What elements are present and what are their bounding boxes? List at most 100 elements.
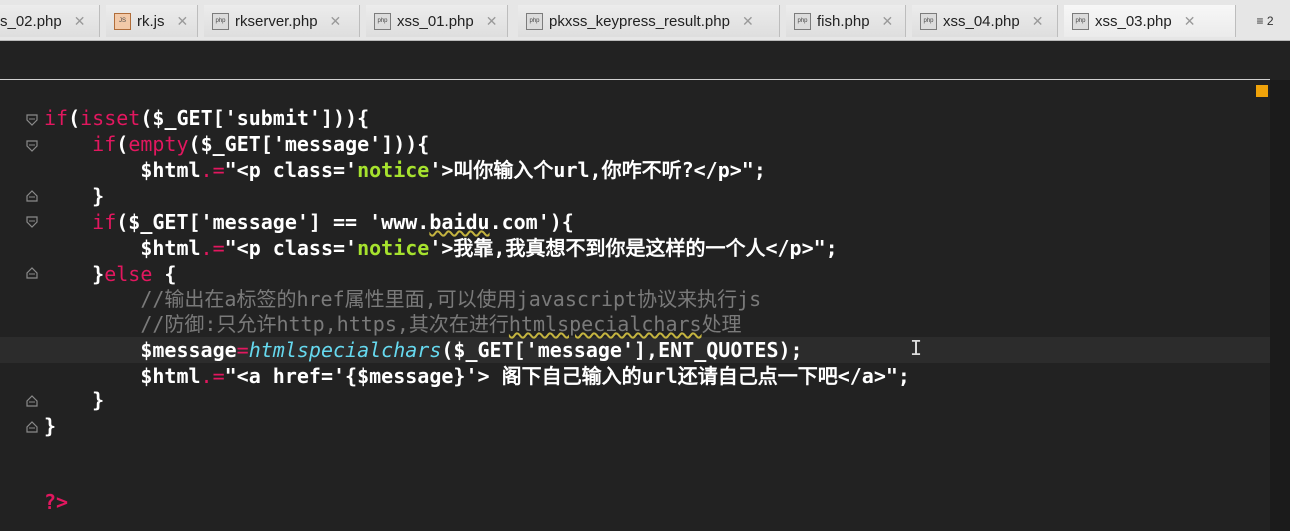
code-line: $html.="<p class='notice'>叫你输入个url,你咋不听?…	[44, 158, 766, 183]
fold-open-icon[interactable]	[26, 140, 38, 152]
close-icon[interactable]: ✕	[74, 13, 86, 30]
comment: //输出在a标签的href属性里面,可以使用javascript协议来执行js	[140, 287, 762, 311]
code-line: }	[44, 414, 57, 438]
tab-label: s_02.php	[0, 12, 62, 30]
tab-label: fish.php	[817, 12, 870, 30]
tab-xss-01-php[interactable]: php xss_01.php ✕	[366, 5, 508, 37]
comment: //防御:只允许http,https,其次在进行	[140, 312, 509, 336]
php-file-icon: php	[374, 12, 391, 30]
fold-close-icon[interactable]	[26, 395, 38, 407]
js-file-icon: JS	[114, 12, 131, 30]
operator: .=	[200, 236, 225, 260]
editor-gutter	[0, 80, 44, 531]
keyword: if	[92, 132, 117, 156]
code-token: ($_GET['message'],ENT_QUOTES);	[441, 338, 803, 362]
php-file-icon: php	[212, 12, 229, 30]
keyword: empty	[128, 132, 189, 156]
text-cursor-icon: 𝙸	[910, 336, 923, 360]
tab-label: pkxss_keypress_result.php	[549, 12, 730, 30]
string-token: notice	[357, 236, 430, 260]
tab-label: xss_03.php	[1095, 12, 1172, 30]
code-token: ($_GET['submit'])){	[140, 106, 370, 130]
tab-rk-js[interactable]: JS rk.js ✕	[106, 5, 198, 37]
close-icon[interactable]: ✕	[486, 13, 498, 30]
string-token: "<p class='	[224, 236, 358, 260]
keyword: else	[104, 262, 153, 286]
close-icon[interactable]: ✕	[177, 13, 189, 30]
code-token: (	[68, 106, 81, 130]
variable: $html	[140, 236, 201, 260]
code-token: ($_GET['message'])){	[188, 132, 430, 156]
close-icon[interactable]: ✕	[882, 13, 894, 30]
tab-overflow-button[interactable]: ≡ 2	[1240, 8, 1290, 34]
keyword: if	[44, 106, 69, 130]
code-editor[interactable]: if(isset($_GET['submit'])){ if(empty($_G…	[0, 80, 1270, 531]
operator: .=	[200, 364, 225, 388]
code-line: if(empty($_GET['message'])){	[44, 132, 429, 157]
php-file-icon: php	[1072, 12, 1089, 30]
fold-close-icon[interactable]	[26, 190, 38, 202]
variable: $message	[140, 338, 237, 362]
code-line: }	[44, 388, 105, 412]
function-name: htmlspecialchars	[248, 338, 442, 362]
string-token: '>叫你输入个url,你咋不听?</p>";	[429, 158, 766, 182]
string-token: '>我靠,我真想不到你是这样的一个人</p>";	[429, 236, 838, 260]
code-line: $message=htmlspecialchars($_GET['message…	[44, 338, 803, 363]
tab-label: xss_04.php	[943, 12, 1020, 30]
code-line: $html.="<a href='{$message}'> 阁下自己输入的url…	[44, 364, 910, 389]
code-token: ($_GET['message'] == 'www.	[116, 210, 430, 234]
editor-scrollbar[interactable]	[1270, 80, 1290, 531]
code-token: }	[92, 262, 105, 286]
string-token: "<p class='	[224, 158, 358, 182]
string-token: "<a href='{$message}'> 阁下自己输入的url还请自己点一下…	[224, 364, 910, 388]
code-line: }else {	[44, 262, 176, 287]
code-line: $html.="<p class='notice'>我靠,我真想不到你是这样的一…	[44, 236, 838, 261]
close-icon[interactable]: ✕	[1032, 13, 1044, 30]
php-file-icon: php	[920, 12, 937, 30]
code-line: //防御:只允许http,https,其次在进行htmlspecialchars…	[44, 312, 742, 337]
comment: 处理	[701, 312, 742, 336]
close-icon[interactable]: ✕	[1184, 13, 1196, 30]
code-token: {	[152, 262, 177, 286]
code-token: (	[116, 132, 129, 156]
operator: =	[236, 338, 249, 362]
code-token: .com'){	[489, 210, 574, 234]
close-icon[interactable]: ✕	[330, 13, 342, 30]
string-token: baidu	[429, 210, 490, 234]
editor-toolstrip	[0, 41, 1270, 80]
keyword: if	[92, 210, 117, 234]
fold-close-icon[interactable]	[26, 267, 38, 279]
tab-label: xss_01.php	[397, 12, 474, 30]
editor-tab-bar: s_02.php ✕ JS rk.js ✕ php rkserver.php ✕…	[0, 0, 1290, 41]
php-file-icon: php	[526, 12, 543, 30]
fold-open-icon[interactable]	[26, 216, 38, 228]
tab-s-02-php[interactable]: s_02.php ✕	[0, 5, 100, 37]
tab-label: rk.js	[137, 12, 165, 30]
fold-open-icon[interactable]	[26, 114, 38, 126]
string-token: notice	[357, 158, 430, 182]
code-line: if($_GET['message'] == 'www.baidu.com'){	[44, 210, 574, 235]
tab-fish-php[interactable]: php fish.php ✕	[786, 5, 906, 37]
tab-rkserver-php[interactable]: php rkserver.php ✕	[204, 5, 360, 37]
operator: .=	[200, 158, 225, 182]
tab-pkxss-keypress-result-php[interactable]: php pkxss_keypress_result.php ✕	[518, 5, 780, 37]
code-line: }	[44, 184, 105, 208]
php-close-tag: ?>	[44, 490, 69, 514]
tab-label: rkserver.php	[235, 12, 318, 30]
close-icon[interactable]: ✕	[742, 13, 754, 30]
keyword: isset	[80, 106, 141, 130]
warning-marker-icon[interactable]	[1256, 85, 1268, 97]
comment: htmlspecialchars	[508, 312, 702, 336]
tab-xss-03-php[interactable]: php xss_03.php ✕	[1064, 5, 1236, 37]
fold-close-icon[interactable]	[26, 421, 38, 433]
tab-xss-04-php[interactable]: php xss_04.php ✕	[912, 5, 1058, 37]
code-line: if(isset($_GET['submit'])){	[44, 106, 369, 131]
